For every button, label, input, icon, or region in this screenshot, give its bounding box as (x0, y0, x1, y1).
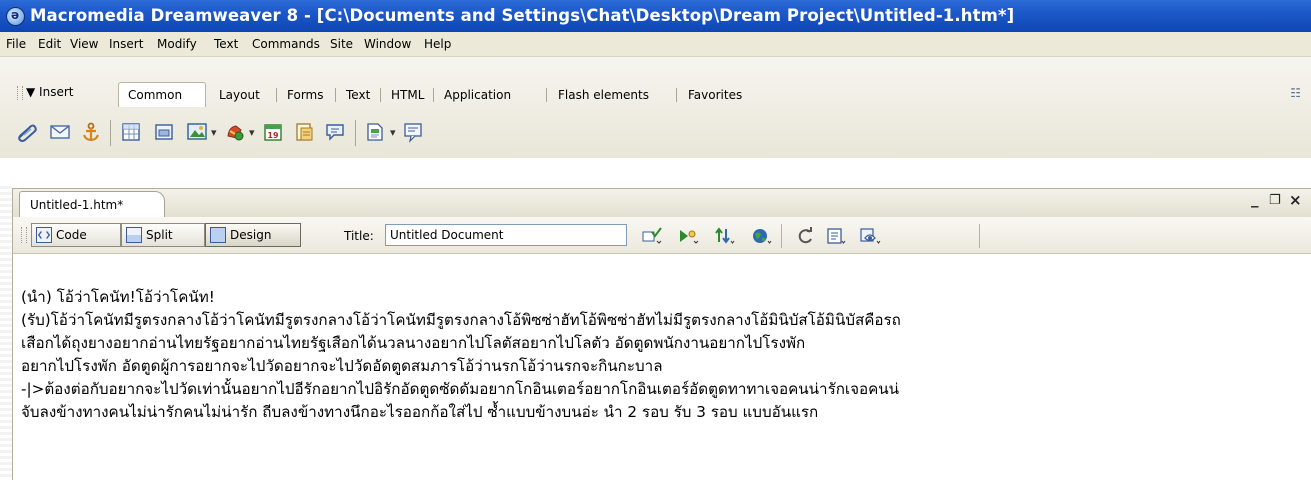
text-line: จับลงข้างทางคนไม่น่ารักคนไม่น่ารัก ถีบลง… (21, 403, 819, 421)
document-window: Untitled-1.htm* _ ❐ × Code Split Design … (12, 188, 1311, 480)
split-view-label: Split (146, 228, 173, 242)
menu-site[interactable]: Site (330, 37, 353, 51)
workspace-gap (0, 158, 1311, 188)
text-line: (รับ)โอ้ว่าโคนัทมีรูตรงกลางโอ้ว่าโคนัทมี… (21, 311, 901, 329)
tab-separator (335, 88, 336, 102)
tab-separator (546, 88, 547, 102)
title-bar: ə Macromedia Dreamweaver 8 - [C:\Documen… (0, 0, 1311, 32)
tab-layout[interactable]: Layout (219, 88, 260, 102)
svg-text:19: 19 (267, 131, 279, 140)
media-icon[interactable] (224, 121, 246, 143)
insert-bar (0, 56, 1311, 159)
code-view-label: Code (56, 228, 87, 242)
tab-favorites[interactable]: Favorites (688, 88, 742, 102)
hyperlink-icon[interactable] (16, 121, 38, 143)
restore-icon[interactable]: ❐ (1269, 193, 1281, 208)
preview-in-browser-icon[interactable] (677, 226, 699, 246)
menu-file[interactable]: File (6, 37, 26, 51)
templates-icon[interactable] (364, 121, 386, 143)
window-title: Macromedia Dreamweaver 8 - [C:\Documents… (30, 6, 1015, 25)
tab-html[interactable]: HTML (391, 88, 424, 102)
text-line: อยากไปโรงพัก อัดตูดผู้การอยากจะไปวัดอยาก… (21, 357, 663, 375)
media-dropdown-arrow-icon[interactable]: ▾ (249, 126, 255, 139)
design-view-content[interactable]: (นำ) โอ้ว่าโคนัท!โอ้ว่าโคนัท! (รับ)โอ้ว่… (21, 286, 1300, 474)
insert-bar-label[interactable]: ▼ Insert (26, 85, 73, 99)
tab-forms[interactable]: Forms (287, 88, 323, 102)
menu-edit[interactable]: Edit (38, 37, 61, 51)
toolbar-separator (979, 224, 980, 248)
tab-separator (276, 88, 277, 102)
document-tab-label: Untitled-1.htm* (30, 198, 124, 212)
file-management-icon[interactable] (713, 226, 735, 246)
design-view-icon (210, 227, 226, 243)
document-toolbar-grip[interactable] (21, 227, 27, 243)
layer-icon[interactable] (153, 121, 175, 143)
view-options-icon[interactable] (825, 226, 847, 246)
split-view-icon (126, 227, 142, 243)
images-icon[interactable] (186, 121, 208, 143)
menu-commands[interactable]: Commands (252, 37, 320, 51)
split-view-button[interactable]: Split (121, 223, 205, 247)
tab-separator (676, 88, 677, 102)
images-dropdown-arrow-icon[interactable]: ▾ (211, 126, 217, 139)
insert-bar-grip[interactable] (17, 86, 23, 100)
tab-separator (380, 88, 381, 102)
named-anchor-icon[interactable] (80, 121, 102, 143)
dreamweaver-app-icon[interactable]: ə (6, 7, 25, 26)
tag-chooser-icon[interactable] (402, 121, 424, 143)
page-title-label: Title: (344, 229, 374, 243)
minimize-icon[interactable]: _ (1251, 190, 1259, 208)
templates-dropdown-arrow-icon[interactable]: ▾ (390, 126, 396, 139)
comment-icon[interactable] (324, 121, 346, 143)
visual-aids-icon[interactable] (859, 226, 881, 246)
menu-view[interactable]: View (70, 37, 98, 51)
tab-application[interactable]: Application (444, 88, 511, 102)
design-view-label: Design (230, 228, 272, 242)
toolbar-separator (355, 120, 356, 146)
design-view-button[interactable]: Design (205, 223, 301, 247)
tab-separator (433, 88, 434, 102)
table-icon[interactable] (120, 121, 142, 143)
document-toolbar: Code Split Design Title: (13, 217, 1311, 254)
menu-text[interactable]: Text (214, 37, 238, 51)
menu-modify[interactable]: Modify (157, 37, 197, 51)
workspace-edge (0, 186, 12, 480)
globe-icon[interactable] (750, 226, 772, 246)
tab-common[interactable]: Common (128, 88, 182, 102)
code-view-icon (36, 227, 52, 243)
insert-bar-options-icon[interactable]: ☷ (1290, 86, 1301, 100)
email-link-icon[interactable] (49, 121, 71, 143)
date-icon[interactable]: 19 (262, 121, 284, 143)
document-tab-strip: Untitled-1.htm* _ ❐ × (13, 188, 1311, 218)
close-icon[interactable]: × (1289, 191, 1302, 209)
tab-text[interactable]: Text (346, 88, 370, 102)
toolbar-separator (781, 224, 782, 248)
text-line: -|>ต้องต่อกับอยากจะไปวัดเท่านั้นอยากไปอี… (21, 380, 900, 398)
refresh-icon[interactable] (795, 226, 817, 246)
code-view-button[interactable]: Code (31, 223, 121, 247)
text-line: เสือกได้ถุงยางอยากอ่านไทยรัฐอยากอ่านไทยร… (21, 334, 806, 352)
menu-insert[interactable]: Insert (109, 37, 143, 51)
tab-flash-elements[interactable]: Flash elements (558, 88, 649, 102)
check-browser-compatibility-icon[interactable] (641, 226, 663, 246)
server-side-include-icon[interactable] (293, 121, 315, 143)
menu-window[interactable]: Window (364, 37, 411, 51)
page-title-input[interactable] (385, 224, 627, 246)
menu-help[interactable]: Help (424, 37, 451, 51)
document-tab[interactable]: Untitled-1.htm* (19, 191, 165, 218)
menu-bar: File Edit View Insert Modify Text Comman… (0, 32, 1311, 56)
text-line: (นำ) โอ้ว่าโคนัท!โอ้ว่าโคนัท! (21, 288, 215, 306)
toolbar-separator (110, 120, 111, 146)
